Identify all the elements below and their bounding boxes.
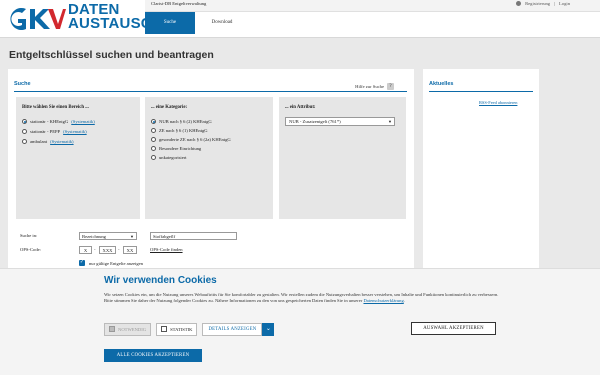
category-option-nub[interactable]: NUB nach § 6 (2) KHEntgG [151,119,212,124]
news-card: Aktuelles RSS-Feed abonnieren [423,69,539,269]
site-header: DATEN AUSTAUSCH Clarist-DB Entgeltverwal… [0,0,600,38]
area-panel-title: Bitte wählen Sie einen Bereich ... [22,105,89,110]
help-icon[interactable]: ? [387,83,394,90]
search-card: Suche Hilfe zur Suche ? Bitte wählen Sie… [8,69,414,269]
ops-part2-input[interactable]: XXX [99,246,116,254]
valid-only-label: nur gültige Entgelte anzeigen [89,261,143,266]
registration-link[interactable]: Registrierung [525,1,550,6]
radio-button[interactable] [151,119,156,124]
search-text-input[interactable]: Stoffabgeflf [150,232,237,240]
radio-button[interactable] [22,139,27,144]
privacy-link[interactable]: Datenschutzerklärung [363,298,403,303]
cookie-text: Wir setzen Cookies ein, um die Nutzung u… [104,292,504,304]
ops-part1-input[interactable]: X [79,246,92,254]
cookie-text-body: Wir setzen Cookies ein, um die Nutzung u… [104,292,499,303]
app-title: Clarist-DB Entgeltverwaltung [151,1,207,6]
rss-feed-link[interactable]: RSS-Feed abonnieren [479,100,517,105]
cookie-banner: Wir verwenden Cookies Wir setzen Cookies… [0,268,600,375]
heading-underline [14,91,407,92]
option-label: stationär - KHEntgG [30,119,69,124]
radio-button[interactable] [151,137,156,142]
area-option-khentgg[interactable]: stationär - KHEntgG (Systematik) [22,119,95,124]
chevron-down-icon: ▼ [388,119,392,124]
search-help[interactable]: Hilfe zur Suche ? [355,83,394,90]
systematik-link[interactable]: (Systematik) [71,119,94,124]
news-heading: Aktuelles [429,81,454,87]
attribute-select[interactable]: NUB - Zusatzentgelt (761*) ▼ [285,117,395,126]
category-option-ze[interactable]: ZE nach § 6 (1) KHEntgG [151,128,208,133]
area-option-ambulant[interactable]: ambulant (Systematik) [22,139,74,144]
accept-selection-button[interactable]: AUSWAHL AKZEPTIEREN [411,322,496,335]
nav-tab-download[interactable]: Download [197,12,247,34]
search-in-select[interactable]: Bezeichnung ▼ [79,232,137,240]
nav-tab-suche[interactable]: Suche [145,12,195,34]
category-panel: ... eine Kategorie: NUB nach § 6 (2) KHE… [145,97,273,219]
ops-find-link[interactable]: OPS-Code finden [150,247,183,252]
radio-button[interactable] [22,129,27,134]
user-icon [516,1,522,6]
statistics-label: STATISTIK [170,326,193,332]
category-option-besondere[interactable]: Besondere Einrichtung [151,146,201,151]
area-option-pepp[interactable]: stationär - PEPP (Systematik) [22,129,87,134]
ops-part3-input[interactable]: XX [123,246,137,254]
attribute-select-value: NUB - Zusatzentgelt (761*) [289,119,341,124]
search-heading: Suche [14,81,31,87]
attribute-panel: ... ein Attribut: NUB - Zusatzentgelt (7… [279,97,406,219]
page-title: Entgeltschlüssel suchen und beantragen [9,49,214,61]
necessary-label: NOTWENDIG [118,326,147,332]
cookie-title: Wir verwenden Cookies [104,275,217,286]
option-label: gesonderte ZE nach § 6 (2a) KHEntgG [159,137,231,142]
valid-only-checkbox[interactable]: ✓ [79,260,85,266]
gkv-logo[interactable]: DATEN AUSTAUSCH [6,2,163,35]
heading-underline [429,91,533,92]
ops-separator: - [118,247,120,252]
utility-links: Registrierung | Login [516,1,570,6]
login-link[interactable]: Login [559,1,570,6]
ops-label: OPS-Code: [20,247,41,252]
category-option-unkategorisiert[interactable]: unkategorisiert [151,155,187,160]
gkv-logo-icon [10,8,66,30]
attribute-panel-title: ... ein Attribut: [285,105,316,110]
option-label: ambulant [30,139,48,144]
radio-button[interactable] [22,119,27,124]
option-label: Besondere Einrichtung [159,146,202,151]
chevron-down-icon: ▼ [130,234,134,239]
details-button[interactable]: DETAILS ANZEIGEN [202,322,263,336]
chevron-down-icon[interactable]: ⌄ [262,322,275,336]
radio-button[interactable] [151,146,156,151]
main-nav: Suche Download [145,12,600,34]
statistics-checkbox[interactable] [161,326,168,332]
cookie-text-end: . [403,298,405,303]
category-option-gesonderte-ze[interactable]: gesonderte ZE nach § 6 (2a) KHEntgG [151,137,231,142]
category-panel-title: ... eine Kategorie: [151,105,188,110]
cookie-options: NOTWENDIG STATISTIK DETAILS ANZEIGEN ⌄ [104,322,275,336]
area-panel: Bitte wählen Sie einen Bereich ... stati… [16,97,140,219]
necessary-checkbox [109,326,115,332]
systematik-link[interactable]: (Systematik) [50,139,73,144]
cookie-opt-necessary: NOTWENDIG [104,322,152,336]
option-label: stationär - PEPP [30,129,61,134]
ops-separator: - [94,247,96,252]
option-label: unkategorisiert [159,155,187,160]
top-strip: Clarist-DB Entgeltverwaltung Registrieru… [145,0,600,12]
util-divider: | [554,1,556,6]
accept-all-button[interactable]: ALLE COOKIES AKZEPTIEREN [104,349,202,362]
option-label: ZE nach § 6 (1) KHEntgG [159,128,208,133]
search-in-label: Suche in: [20,233,38,238]
radio-button[interactable] [151,128,156,133]
systematik-link[interactable]: (Systematik) [63,129,86,134]
search-in-value: Bezeichnung [82,234,106,239]
radio-button[interactable] [151,155,156,160]
option-label: NUB nach § 6 (2) KHEntgG [159,119,212,124]
help-label: Hilfe zur Suche [355,84,384,89]
cookie-opt-statistics[interactable]: STATISTIK [156,322,198,336]
